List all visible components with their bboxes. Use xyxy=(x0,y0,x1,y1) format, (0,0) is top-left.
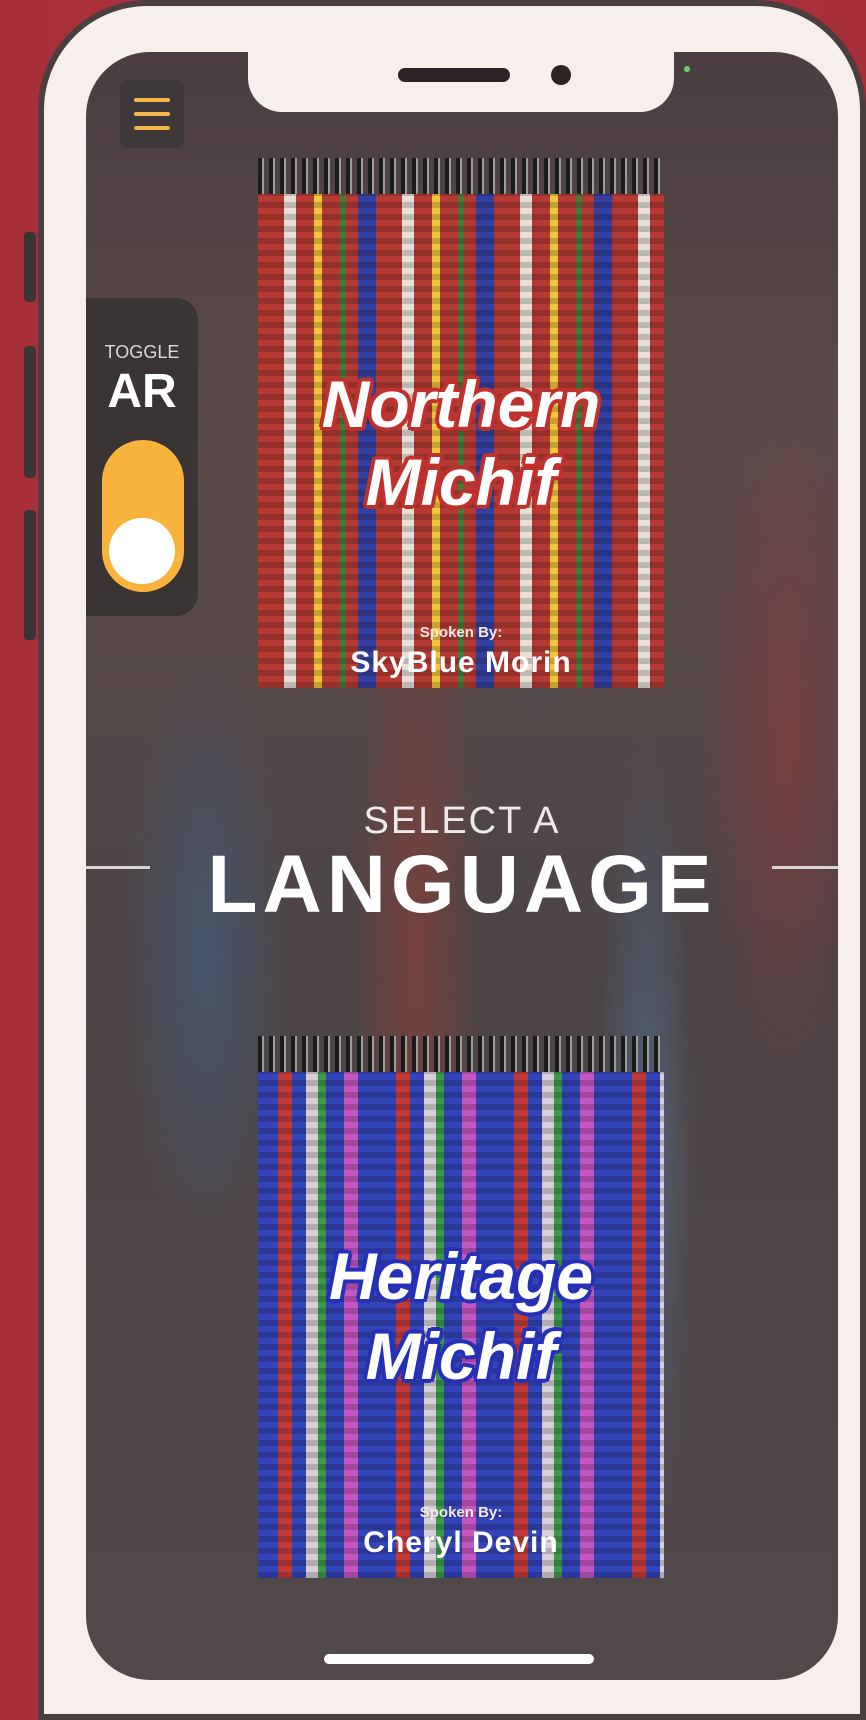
phone-volume-down-button xyxy=(24,510,36,640)
book-title-line1: Northern xyxy=(321,367,601,441)
phone-side-button-silent xyxy=(24,232,36,302)
book-title-line2: Michif xyxy=(365,1319,557,1393)
select-a-label: SELECT A xyxy=(363,800,561,842)
speaker-name: Cheryl Devin xyxy=(363,1526,559,1559)
camera-indicator-dot xyxy=(684,66,690,72)
book-title-line1: Heritage xyxy=(328,1239,594,1313)
front-camera xyxy=(551,65,571,85)
earpiece-speaker xyxy=(398,68,510,82)
language-book-northern-michif[interactable]: Northern Michif Spoken By: SkyBlue Morin xyxy=(258,158,664,698)
toggle-knob xyxy=(109,518,175,584)
toggle-label: TOGGLE xyxy=(104,342,180,362)
language-book-heritage-michif[interactable]: Heritage Michif Spoken By: Cheryl Devin xyxy=(258,1036,664,1584)
ar-toggle-switch[interactable] xyxy=(102,440,184,592)
speaker-name: SkyBlue Morin xyxy=(350,646,572,679)
phone-volume-up-button xyxy=(24,346,36,478)
spoken-by-label: Spoken By: xyxy=(419,624,503,641)
divider-right xyxy=(772,866,838,869)
home-indicator[interactable] xyxy=(324,1654,594,1664)
spoken-by-label: Spoken By: xyxy=(419,1504,503,1521)
hamburger-menu-icon[interactable] xyxy=(120,80,184,148)
language-heading: LANGUAGE xyxy=(207,839,717,930)
book-title-line2: Michif xyxy=(365,445,557,519)
ar-label: AR xyxy=(107,365,177,418)
phone-notch xyxy=(248,52,674,112)
